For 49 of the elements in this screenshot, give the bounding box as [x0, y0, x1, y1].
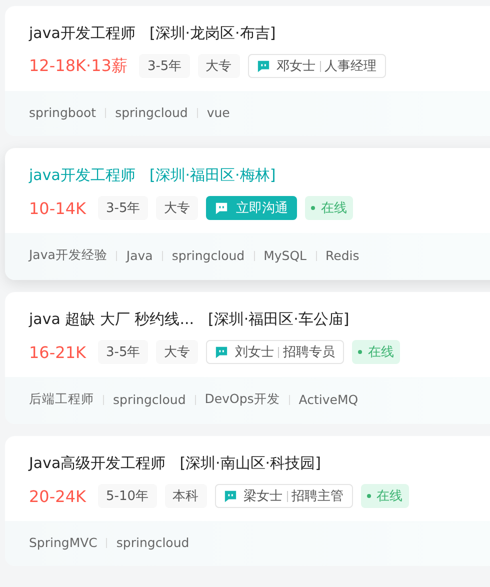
- requirement-tag: 大专: [156, 340, 198, 364]
- recruiter-role: 人事经理: [324, 58, 377, 75]
- job-card[interactable]: java开发工程师 [深圳·龙岗区·布吉] 12-18K·13薪 3-5年 大专 邓女士 人事经理 springboot springcloud vue: [5, 6, 490, 136]
- skill-tag: SpringMVC: [29, 535, 98, 550]
- skill-tag: 后端工程师: [29, 391, 94, 408]
- job-location: [深圳·福田区·梅林]: [149, 165, 276, 185]
- requirement-tag: 3-5年: [98, 196, 148, 220]
- salary: 10-14K: [29, 198, 86, 218]
- online-badge: 在线: [360, 484, 408, 508]
- recruiter-name: 刘女士: [235, 344, 274, 361]
- job-location: [深圳·南山区·科技园]: [180, 453, 321, 473]
- skill-tag: DevOps开发: [204, 391, 280, 408]
- skill-tag: Redis: [326, 248, 360, 263]
- skill-tag: springcloud: [115, 105, 188, 120]
- skill-tag: springboot: [29, 105, 96, 120]
- requirement-tag: 大专: [156, 196, 198, 220]
- job-title[interactable]: Java高级开发工程师: [29, 453, 166, 473]
- chat-icon: [215, 202, 228, 214]
- requirement-tag: 3-5年: [139, 54, 190, 78]
- job-title[interactable]: java 超缺 大厂 秒约线...: [29, 309, 194, 329]
- salary: 20-24K: [29, 486, 86, 506]
- job-location: [深圳·福田区·车公庙]: [208, 309, 350, 329]
- requirement-tag: 3-5年: [98, 340, 148, 364]
- recruiter-role: 招聘专员: [283, 344, 336, 361]
- skill-tag: Java: [126, 248, 153, 263]
- skill-tag: Java开发经验: [29, 247, 108, 264]
- recruiter-name: 邓女士: [276, 58, 316, 75]
- skill-tag: ActiveMQ: [298, 392, 358, 407]
- job-card[interactable]: java 超缺 大厂 秒约线... [深圳·福田区·车公庙] 16-21K 3-5年 大专 刘女士 招聘专员 在线 后端工程师 springcloud DevOps开发 ActiveMQ: [5, 292, 490, 424]
- skill-tag: springcloud: [116, 535, 190, 550]
- recruiter-role: 招聘主管: [292, 488, 344, 505]
- job-location: [深圳·龙岗区·布吉]: [149, 23, 276, 43]
- job-title[interactable]: java开发工程师: [29, 23, 136, 43]
- requirement-tag: 5-10年: [98, 484, 156, 508]
- skill-tag: springcloud: [172, 248, 245, 263]
- requirement-tag: 大专: [198, 54, 240, 78]
- chat-icon: [215, 346, 228, 358]
- recruiter-name: 梁女士: [244, 488, 282, 505]
- online-badge: 在线: [352, 340, 400, 364]
- salary: 16-21K: [29, 342, 86, 362]
- job-card[interactable]: Java高级开发工程师 [深圳·南山区·科技园] 20-24K 5-10年 本科 梁女士 招聘主管 在线 SpringMVC springcloud: [5, 436, 490, 566]
- skill-tag: springcloud: [113, 392, 186, 407]
- chat-icon: [256, 60, 270, 72]
- online-badge: 在线: [305, 196, 354, 220]
- chat-icon: [224, 490, 236, 502]
- salary: 12-18K·13薪: [29, 56, 128, 76]
- skill-tag: vue: [206, 105, 230, 120]
- skill-tag: MySQL: [264, 248, 307, 263]
- requirement-tag: 本科: [164, 484, 206, 508]
